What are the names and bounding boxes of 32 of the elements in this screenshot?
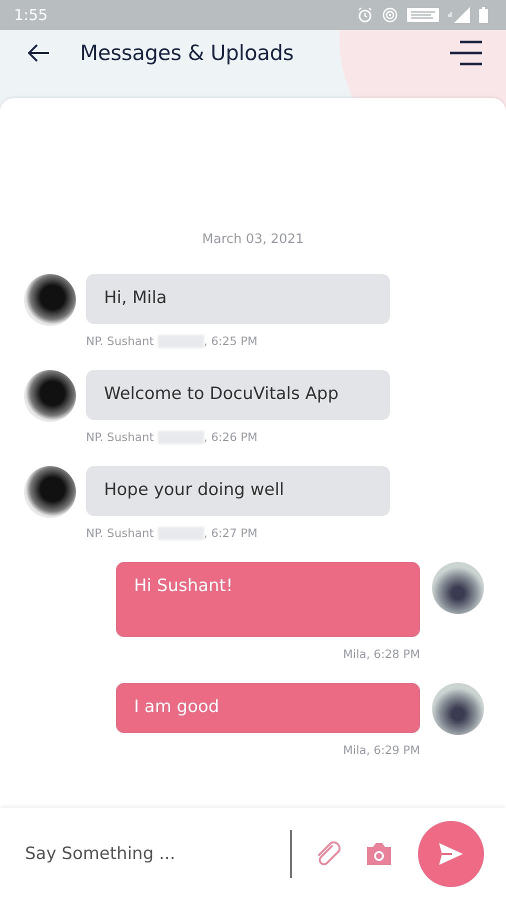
message-bubble: Hope your doing well	[86, 466, 390, 516]
sender-name: NP. Sushant	[86, 334, 154, 348]
volte-icon	[407, 8, 439, 22]
battery-icon	[479, 7, 488, 23]
avatar	[432, 683, 484, 735]
date-label: March 03, 2021	[202, 232, 304, 247]
message-bubble: Hi Sushant!	[116, 562, 420, 637]
avatar	[24, 370, 76, 422]
message-time: , 6:27 PM	[204, 526, 258, 540]
sender-name: Mila	[342, 647, 366, 661]
sender-name: Mila	[342, 743, 366, 757]
alarm-icon	[357, 7, 373, 23]
signal-icon	[448, 7, 470, 23]
status-time: 1:55	[14, 6, 49, 24]
hotspot-icon	[382, 7, 398, 23]
page-title: Messages & Uploads	[80, 41, 295, 65]
message-time: , 6:26 PM	[204, 430, 258, 444]
avatar	[24, 466, 76, 518]
message-time: , 6:28 PM	[366, 647, 420, 661]
message-bubble: Welcome to DocuVitals App	[86, 370, 390, 420]
avatar	[432, 562, 484, 614]
send-icon	[438, 842, 464, 866]
sender-name: NP. Sushant	[86, 430, 154, 444]
message-time: , 6:29 PM	[366, 743, 420, 757]
sender-name: NP. Sushant	[86, 526, 154, 540]
menu-button[interactable]	[450, 40, 484, 66]
camera-button[interactable]	[364, 841, 394, 867]
back-button[interactable]	[28, 44, 50, 62]
avatar	[24, 274, 76, 326]
message-time: , 6:25 PM	[204, 334, 258, 348]
message-bubble: I am good	[116, 683, 420, 733]
message-bubble: Hi, Mila	[86, 274, 390, 324]
